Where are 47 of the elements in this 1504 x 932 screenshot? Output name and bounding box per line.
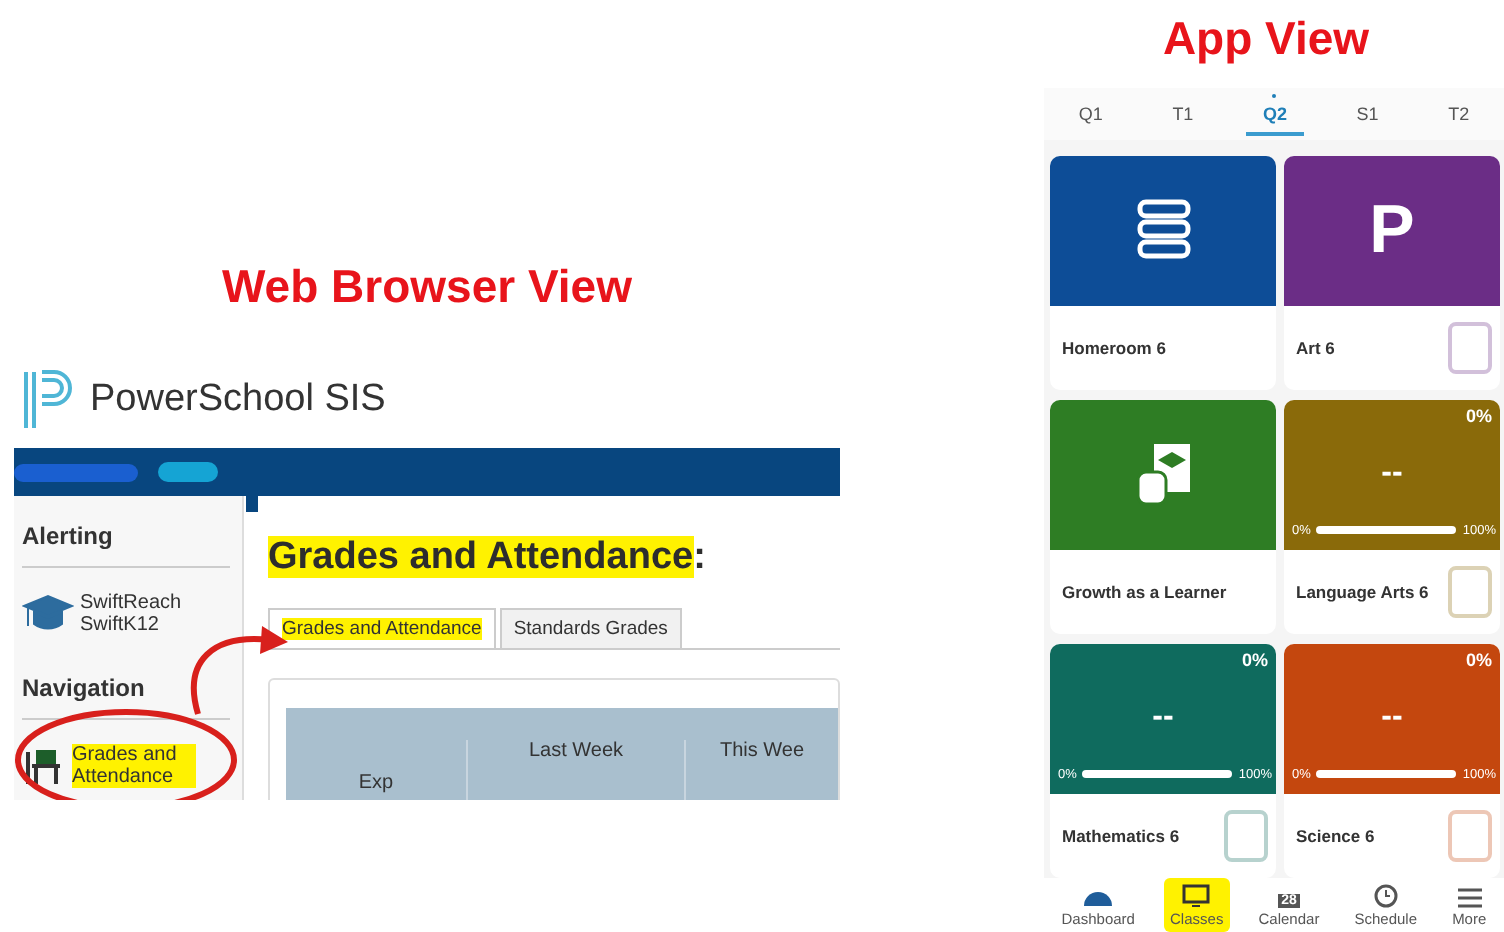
logo-icon [22,368,74,432]
class-card[interactable]: Growth as a Learner [1050,399,1276,634]
column-header: This Wee [684,740,838,800]
page-title: Grades and Attendance [268,536,694,578]
term-tab[interactable]: Q1 [1062,91,1119,136]
class-card[interactable]: P Art 6 [1284,155,1500,390]
grade-meter [1316,526,1457,535]
grade-percent: 0% [1465,405,1492,426]
grade-score: -- [1381,456,1403,493]
class-name: Language Arts 6 [1296,581,1429,602]
class-name: Homeroom 6 [1062,337,1166,358]
nav-pill[interactable] [14,463,138,481]
class-name: Art 6 [1296,337,1335,358]
title-colon: : [693,536,706,578]
column-header: Last Week [466,740,684,800]
sidebar-link[interactable]: SwiftReach SwiftK12 [80,592,204,636]
sidebar-section-title: Alerting [22,512,230,568]
class-name: Mathematics 6 [1062,825,1180,846]
menu-icon [1457,888,1482,908]
gauge-icon [1082,888,1115,908]
term-tab[interactable]: T2 [1432,91,1486,136]
class-name: Growth as a Learner [1062,581,1227,602]
class-name: Science 6 [1296,825,1375,846]
app-view-heading: App View [1160,10,1372,68]
term-tab[interactable]: Q2 [1246,91,1303,136]
column-header: Exp [356,770,396,798]
term-tab[interactable]: T1 [1156,91,1210,136]
term-tab[interactable]: S1 [1340,91,1395,136]
nav-pill[interactable] [158,462,218,482]
class-card[interactable]: Homeroom 6 [1050,155,1276,390]
sidebar-section-title: Navigation [22,664,230,720]
desk-icon [22,744,66,788]
web-view-heading: Web Browser View [220,258,634,316]
tab[interactable]: Grades and Attendance [268,608,496,648]
class-letter: P [1369,191,1415,270]
tab[interactable]: Standards Grades [499,608,682,648]
grade-score: -- [1152,700,1174,737]
grade-percent: 0% [1465,649,1492,670]
grade-meter [1316,770,1457,779]
sidebar-link[interactable]: Grades and Attendance [72,744,196,788]
logo-text: PowerSchool SIS [90,378,386,422]
clock-icon [1373,884,1398,908]
graduation-cap-icon [22,594,74,634]
grade-score: -- [1381,700,1403,737]
grade-percent: 0% [1241,649,1268,670]
collapse-toggle[interactable] [246,496,258,512]
monitor-icon [1182,884,1211,908]
